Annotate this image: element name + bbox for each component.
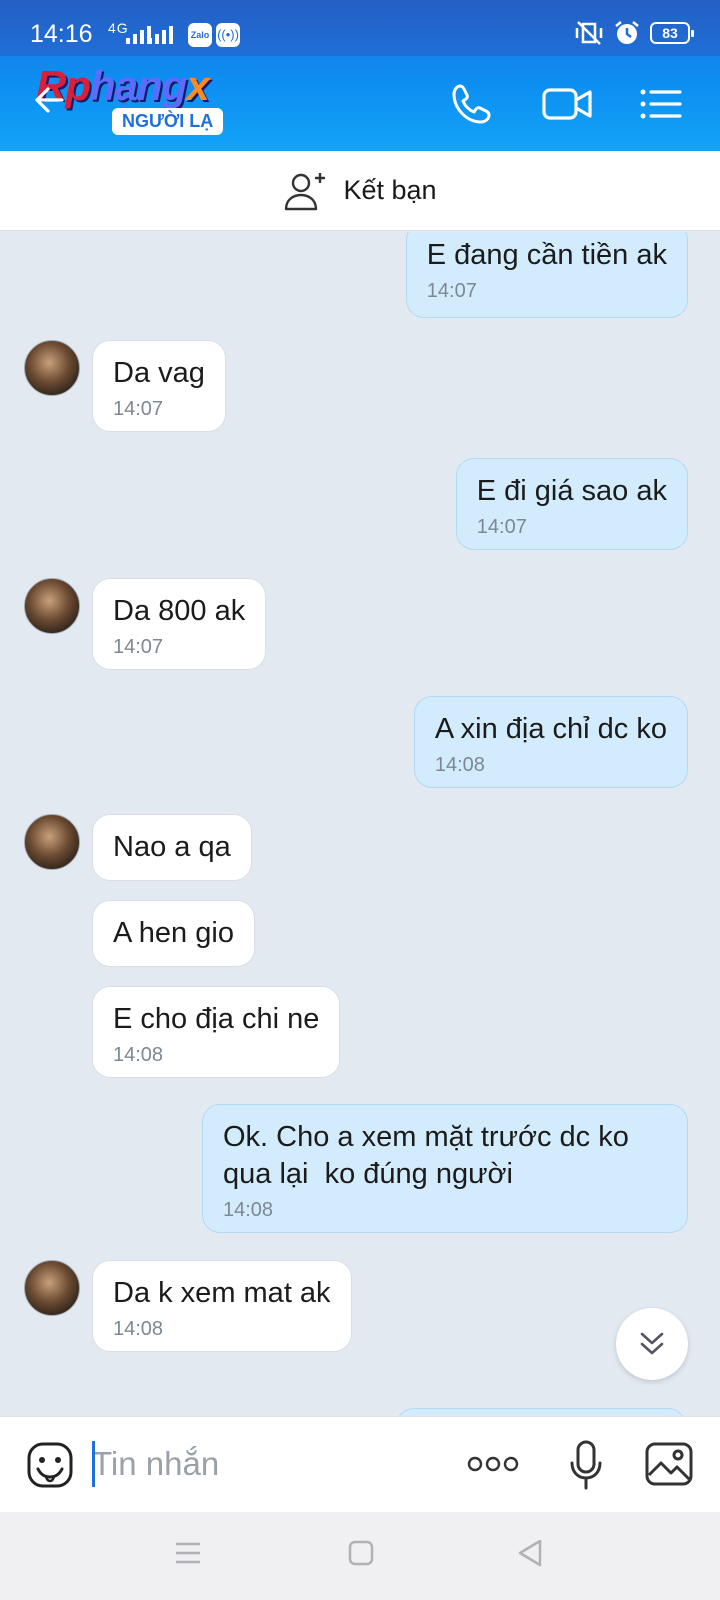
contact-avatar[interactable] xyxy=(24,814,80,870)
chat-area[interactable]: E đang cần tiền ak 14:07 Da vag 14:07 E … xyxy=(0,232,720,1416)
message-text: E đang cần tiền ak xyxy=(426,239,667,271)
message-text: E cho địa chi ne xyxy=(113,1003,320,1035)
top-header: 14:16 4G Zalo ((•)) 83 Rphangx NGƯỜI LẠ xyxy=(0,0,720,151)
message-bubble-incoming[interactable]: Da vag 14:07 xyxy=(92,340,226,432)
message-text: A hen gio xyxy=(113,917,234,949)
message-bubble-incoming[interactable]: E cho địa chi ne 14:08 xyxy=(92,986,341,1078)
message-text: A xin địa chỉ dc ko xyxy=(434,713,667,745)
contact-avatar[interactable] xyxy=(24,340,80,396)
message-bubble-incoming[interactable]: A hen gio xyxy=(92,900,255,967)
image-gallery-icon[interactable] xyxy=(644,1441,694,1487)
alarm-icon xyxy=(615,21,639,44)
battery-indicator: 83 xyxy=(650,22,694,44)
microphone-icon[interactable] xyxy=(568,1439,604,1493)
signal-2-icon xyxy=(148,24,173,44)
message-text: Da 800 ak xyxy=(113,595,246,627)
back-arrow-icon[interactable] xyxy=(32,82,68,118)
zalo-notification-icon: Zalo xyxy=(188,23,212,47)
contact-avatar[interactable] xyxy=(24,1260,80,1316)
back-nav-icon[interactable] xyxy=(516,1538,544,1568)
message-time: 14:08 xyxy=(113,1318,164,1340)
message-input[interactable] xyxy=(92,1439,452,1489)
message-bubble-incoming[interactable]: Nao a qa xyxy=(92,814,252,881)
message-text: E đi giá sao ak xyxy=(476,475,667,507)
add-friend-label: Kết bạn xyxy=(343,175,437,205)
message-bubble-incoming[interactable]: Da k xem mat ak 14:08 xyxy=(92,1260,352,1352)
more-options-icon[interactable] xyxy=(466,1453,520,1475)
add-friend-icon xyxy=(285,172,326,210)
message-bubble-outgoing[interactable]: Ok. Cho a xem mặt trước dc ko qua lại ko… xyxy=(202,1104,688,1233)
message-time: 14:07 xyxy=(426,280,477,302)
hotspot-icon: ((•)) xyxy=(216,23,240,47)
message-time: 14:07 xyxy=(113,398,164,420)
message-bubble-incoming[interactable]: Da 800 ak 14:07 xyxy=(92,578,267,670)
menu-list-icon[interactable] xyxy=(636,80,684,128)
text-cursor xyxy=(92,1441,95,1487)
message-text: Ok. Cho a xem mặt trước dc ko qua lại ko… xyxy=(223,1121,629,1190)
app-bar: Rphangx NGƯỜI LẠ xyxy=(0,56,720,151)
message-bubble-outgoing-partial[interactable] xyxy=(396,1408,686,1416)
message-bubble-outgoing[interactable]: A xin địa chỉ dc ko 14:08 xyxy=(413,696,688,788)
message-time: 14:08 xyxy=(113,1044,164,1066)
message-time: 14:07 xyxy=(113,636,164,658)
message-time: 14:07 xyxy=(476,516,527,538)
recent-apps-icon[interactable] xyxy=(174,1540,202,1566)
message-text: Nao a qa xyxy=(113,831,231,863)
composer-bar xyxy=(0,1416,720,1512)
double-chevron-down-icon xyxy=(640,1332,664,1355)
message-bubble-outgoing[interactable]: E đang cần tiền ak 14:07 xyxy=(405,232,688,318)
add-friend-bar[interactable]: Kết bạn xyxy=(0,151,720,231)
vibrate-mute-icon xyxy=(575,21,603,45)
home-icon[interactable] xyxy=(348,1540,374,1566)
contact-avatar[interactable] xyxy=(24,578,80,634)
message-text: Da k xem mat ak xyxy=(113,1277,331,1309)
scroll-to-bottom-button[interactable] xyxy=(616,1308,688,1380)
video-call-icon[interactable] xyxy=(540,80,596,128)
stranger-badge: NGƯỜI LẠ xyxy=(112,108,224,135)
message-text: Da vag xyxy=(113,357,205,389)
phone-call-icon[interactable] xyxy=(448,80,496,128)
emoji-sticker-icon[interactable] xyxy=(26,1441,74,1489)
message-time: 14:08 xyxy=(223,1199,274,1221)
status-time: 14:16 xyxy=(30,20,93,48)
message-time: 14:08 xyxy=(434,754,485,776)
status-right: 83 xyxy=(574,20,694,46)
system-nav-bar xyxy=(0,1512,720,1600)
message-bubble-outgoing[interactable]: E đi giá sao ak 14:07 xyxy=(455,458,688,550)
status-bar: 14:16 4G Zalo ((•)) 83 xyxy=(0,0,720,56)
